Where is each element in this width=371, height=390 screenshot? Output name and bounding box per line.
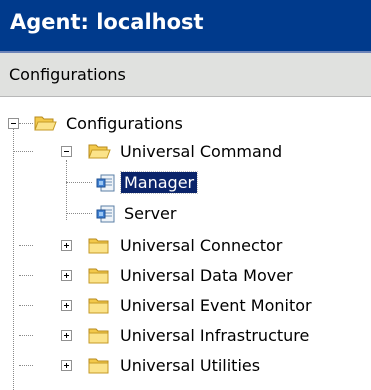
folder-icon [88, 298, 109, 314]
tree-item-label: Universal Infrastructure [120, 325, 310, 345]
folder-icon [88, 238, 109, 254]
tree-line [13, 128, 14, 390]
tree-line [66, 160, 67, 220]
section-header: Configurations [0, 53, 371, 97]
tree-item-label: Universal Data Mover [120, 265, 293, 285]
folder-icon [88, 268, 109, 284]
tree-line [66, 182, 92, 183]
tree-line [13, 151, 33, 152]
expand-toggle-universal-utilities[interactable] [61, 360, 72, 371]
tree-item-universal-infrastructure[interactable]: Universal Infrastructure [87, 323, 312, 347]
configuration-tree: Configurations Universal Command Manager [0, 97, 371, 390]
folder-open-icon [88, 144, 111, 159]
title-bar: Agent: localhost [0, 0, 371, 53]
tree-item-universal-data-mover[interactable]: Universal Data Mover [87, 263, 296, 287]
tree-line [66, 213, 92, 214]
tree-item-universal-utilities[interactable]: Universal Utilities [87, 353, 263, 377]
collapse-toggle-universal-command[interactable] [61, 146, 72, 157]
expand-toggle-universal-event-monitor[interactable] [61, 300, 72, 311]
expand-toggle-universal-connector[interactable] [61, 240, 72, 251]
tree-line [19, 365, 33, 366]
tree-item-manager[interactable]: Manager [95, 170, 199, 194]
tree-item-universal-command[interactable]: Universal Command [87, 139, 285, 163]
expand-toggle-universal-data-mover[interactable] [61, 270, 72, 281]
tree-item-label: Server [124, 203, 177, 223]
tree-line [19, 275, 33, 276]
tree-line [19, 305, 33, 306]
tree-line [19, 335, 33, 336]
tree-item-label: Manager [119, 170, 199, 194]
tree-item-label: Universal Utilities [120, 355, 261, 375]
collapse-toggle-configurations[interactable] [8, 118, 19, 129]
folder-icon [88, 328, 109, 344]
tree-item-universal-connector[interactable]: Universal Connector [87, 233, 285, 257]
folder-open-icon [34, 116, 57, 131]
tree-item-server[interactable]: Server [95, 201, 179, 225]
tree-item-label: Universal Command [120, 141, 283, 161]
config-page-icon [96, 205, 115, 223]
tree-item-label: Universal Connector [120, 235, 283, 255]
tree-item-configurations[interactable]: Configurations [33, 111, 186, 135]
window-title: Agent: localhost [10, 10, 204, 34]
folder-icon [88, 358, 109, 374]
tree-line [19, 123, 33, 124]
section-title: Configurations [9, 65, 126, 84]
tree-item-universal-event-monitor[interactable]: Universal Event Monitor [87, 293, 315, 317]
expand-toggle-universal-infrastructure[interactable] [61, 330, 72, 341]
tree-item-label: Universal Event Monitor [120, 295, 312, 315]
config-page-icon [96, 174, 115, 192]
tree-item-label: Configurations [66, 113, 183, 133]
tree-line [19, 245, 33, 246]
